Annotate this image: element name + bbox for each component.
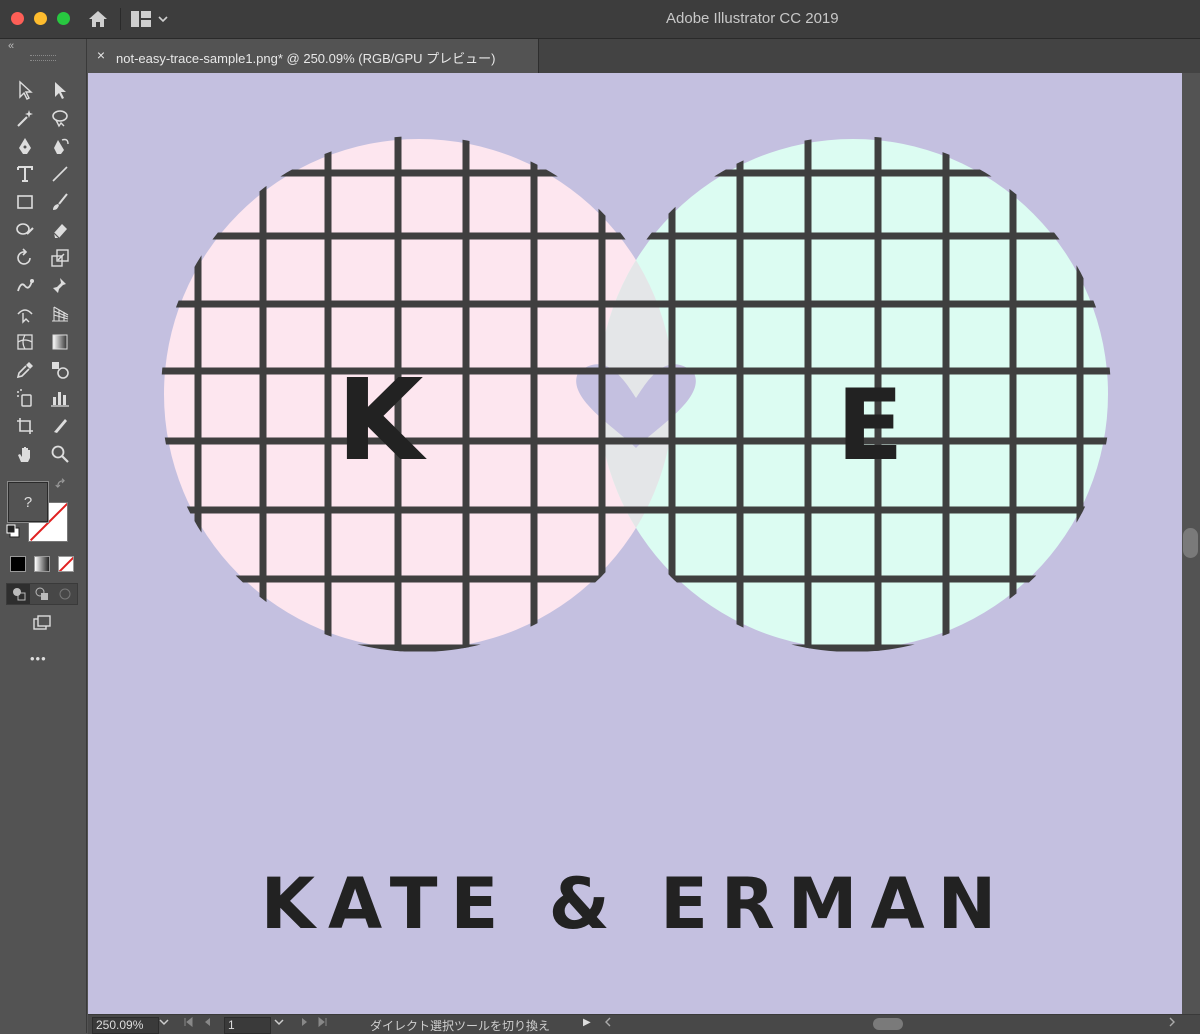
draw-behind-icon[interactable] bbox=[30, 584, 53, 604]
tools-panel: « ? ••• bbox=[0, 39, 87, 1033]
draw-inside-icon[interactable] bbox=[54, 584, 77, 604]
horizontal-scroll-thumb[interactable] bbox=[873, 1018, 903, 1030]
screen-mode-icon[interactable] bbox=[29, 610, 55, 636]
app-title: Adobe Illustrator CC 2019 bbox=[666, 10, 839, 27]
more-tools-icon[interactable]: ••• bbox=[30, 651, 47, 666]
zoom-dropdown-icon[interactable] bbox=[159, 1017, 169, 1030]
eraser-tool-icon[interactable] bbox=[47, 217, 73, 243]
status-message: ダイレクト選択ツールを切り換え bbox=[370, 1019, 551, 1033]
scale-tool-icon[interactable] bbox=[47, 245, 73, 271]
column-graph-tool-icon[interactable] bbox=[47, 385, 73, 411]
artboard-canvas[interactable]: K E KATE & ERMAN bbox=[88, 73, 1182, 1014]
mesh-tool-icon[interactable] bbox=[12, 329, 38, 355]
title-divider bbox=[120, 8, 121, 30]
vertical-scrollbar[interactable] bbox=[1182, 73, 1200, 1014]
gradient-tool-icon[interactable] bbox=[47, 329, 73, 355]
free-transform-tool-icon[interactable] bbox=[12, 301, 38, 327]
draw-normal-icon[interactable] bbox=[7, 584, 31, 604]
direct-selection-tool-icon[interactable] bbox=[47, 77, 73, 103]
scroll-left-icon[interactable] bbox=[604, 1016, 612, 1030]
pin-tool-icon[interactable] bbox=[47, 273, 73, 299]
artboard-number-field[interactable]: 1 bbox=[224, 1017, 271, 1034]
panel-grip[interactable] bbox=[30, 55, 56, 61]
pen-tool-icon[interactable] bbox=[12, 133, 38, 159]
vertical-scroll-thumb[interactable] bbox=[1183, 528, 1198, 558]
none-mode-button[interactable] bbox=[58, 556, 74, 572]
perspective-grid-tool-icon[interactable] bbox=[47, 301, 73, 327]
names-caption: KATE & ERMAN bbox=[260, 863, 1010, 945]
next-artboard-icon[interactable] bbox=[300, 1017, 310, 1030]
default-fill-stroke-icon[interactable] bbox=[6, 524, 20, 538]
draw-modes bbox=[6, 583, 78, 605]
fill-stroke-widget: ? bbox=[6, 480, 78, 560]
fill-swatch-label: ? bbox=[23, 493, 33, 511]
status-bar: 250.09% 1 ダイレクト選択ツールを切り換え ▶ bbox=[88, 1014, 1200, 1034]
rotate-tool-icon[interactable] bbox=[12, 245, 38, 271]
last-artboard-icon[interactable] bbox=[318, 1016, 328, 1030]
magic-wand-tool-icon[interactable] bbox=[12, 105, 38, 131]
eyedropper-tool-icon[interactable] bbox=[12, 357, 38, 383]
window-minimize-button[interactable] bbox=[34, 12, 47, 25]
line-segment-tool-icon[interactable] bbox=[47, 161, 73, 187]
collapse-panel-icon[interactable]: « bbox=[8, 40, 14, 52]
document-tab[interactable]: × not-easy-trace-sample1.png* @ 250.09% … bbox=[86, 39, 539, 73]
document-tab-bar: × not-easy-trace-sample1.png* @ 250.09% … bbox=[86, 39, 1200, 73]
previous-artboard-icon[interactable] bbox=[202, 1017, 212, 1030]
zoom-tool-icon[interactable] bbox=[47, 441, 73, 467]
selection-tool-icon[interactable] bbox=[12, 77, 38, 103]
window-close-button[interactable] bbox=[11, 12, 24, 25]
document-tab-label: not-easy-trace-sample1.png* @ 250.09% (R… bbox=[116, 51, 496, 66]
rectangle-tool-icon[interactable] bbox=[12, 189, 38, 215]
blend-tool-icon[interactable] bbox=[47, 357, 73, 383]
status-menu-icon[interactable]: ▶ bbox=[583, 1017, 591, 1028]
slice-tool-icon[interactable] bbox=[47, 413, 73, 439]
type-tool-icon[interactable] bbox=[12, 161, 38, 187]
symbol-sprayer-tool-icon[interactable] bbox=[12, 385, 38, 411]
zoom-level-field[interactable]: 250.09% bbox=[92, 1017, 159, 1034]
color-mode-button[interactable] bbox=[10, 556, 26, 572]
workspace-layout-icon[interactable] bbox=[130, 8, 152, 30]
fill-swatch[interactable]: ? bbox=[7, 481, 49, 523]
color-mode-row bbox=[10, 556, 74, 572]
curvature-tool-icon[interactable] bbox=[47, 133, 73, 159]
hand-tool-icon[interactable] bbox=[12, 441, 38, 467]
puppet-warp-tool-icon[interactable] bbox=[12, 273, 38, 299]
tab-close-icon[interactable]: × bbox=[94, 47, 108, 63]
home-icon[interactable] bbox=[86, 8, 110, 30]
artboard-tool-icon[interactable] bbox=[12, 413, 38, 439]
first-artboard-icon[interactable] bbox=[183, 1016, 193, 1030]
lasso-tool-icon[interactable] bbox=[47, 105, 73, 131]
shaper-tool-icon[interactable] bbox=[12, 217, 38, 243]
paintbrush-tool-icon[interactable] bbox=[47, 189, 73, 215]
artboard-dropdown-icon[interactable] bbox=[274, 1017, 284, 1030]
chevron-down-icon[interactable] bbox=[156, 8, 170, 30]
title-bar: Adobe Illustrator CC 2019 bbox=[0, 0, 1200, 39]
scroll-right-icon[interactable] bbox=[1168, 1016, 1176, 1030]
monogram-letter-e: E bbox=[837, 369, 904, 483]
window-zoom-button[interactable] bbox=[57, 12, 70, 25]
monogram-letter-k: K bbox=[337, 356, 428, 486]
gradient-mode-button[interactable] bbox=[34, 556, 50, 572]
